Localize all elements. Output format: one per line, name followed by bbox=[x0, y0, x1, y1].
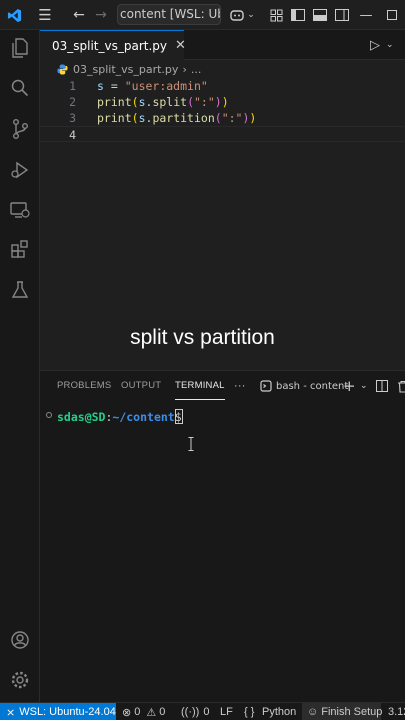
warning-count: 0 bbox=[159, 706, 166, 718]
python-version-status[interactable]: 3.12 bbox=[388, 703, 405, 720]
run-debug-icon[interactable] bbox=[0, 152, 40, 188]
mouse-text-cursor-icon bbox=[188, 437, 194, 451]
run-python-file-icon[interactable]: ▷ bbox=[370, 30, 380, 60]
broadcast-icon: ((·)) bbox=[181, 706, 200, 718]
forward-arrow-icon[interactable]: → bbox=[90, 0, 112, 30]
code-text: print(s.partition(":")) bbox=[97, 111, 257, 125]
search-icon[interactable] bbox=[0, 70, 40, 106]
remote-indicator[interactable]: ⨯ WSL: Ubuntu-24.04 bbox=[0, 703, 116, 720]
settings-gear-icon[interactable] bbox=[0, 662, 40, 698]
command-center-search[interactable]: content [WSL: Ubuntu-24.04] bbox=[117, 4, 221, 25]
tab-output[interactable]: OUTPUT bbox=[121, 371, 161, 401]
panel-tabs: PROBLEMS OUTPUT TERMINAL ··· bash - cont… bbox=[40, 371, 405, 401]
breadcrumb-symbols[interactable]: ... bbox=[191, 63, 202, 76]
breadcrumb-file[interactable]: 03_split_vs_part.py bbox=[73, 63, 178, 76]
explorer-icon[interactable] bbox=[0, 30, 40, 66]
error-icon: ⊗ bbox=[122, 706, 132, 719]
remote-icon: ⨯ bbox=[6, 706, 16, 719]
copilot-status-icon: ☺ bbox=[307, 706, 319, 718]
toggle-secondary-sidebar-icon[interactable] bbox=[332, 0, 352, 30]
ports-status[interactable]: ((·)) 0 bbox=[181, 703, 209, 720]
toggle-panel-icon[interactable] bbox=[310, 0, 330, 30]
tab-problems[interactable]: PROBLEMS bbox=[57, 371, 111, 401]
back-arrow-icon[interactable]: ← bbox=[68, 0, 90, 30]
code-line: 2 print(s.split(":")) bbox=[40, 94, 405, 110]
line-number: 2 bbox=[69, 95, 76, 109]
terminal-cursor bbox=[175, 409, 183, 424]
maximize-icon[interactable] bbox=[382, 0, 402, 30]
vscode-logo-icon[interactable] bbox=[0, 0, 28, 30]
problems-status[interactable]: ⊗ 0 ⚠ 0 bbox=[122, 703, 165, 720]
terminal-chevron-down-icon[interactable]: ⌄ bbox=[360, 371, 368, 401]
code-line: 3 print(s.partition(":")) bbox=[40, 110, 405, 126]
accounts-icon[interactable] bbox=[0, 622, 40, 658]
video-caption: split vs partition bbox=[130, 326, 275, 349]
language-mode-status[interactable]: Python bbox=[262, 703, 296, 720]
breadcrumb-separator-icon: › bbox=[182, 62, 187, 76]
code-text: print(s.split(":")) bbox=[97, 95, 229, 109]
activity-bar bbox=[0, 30, 40, 702]
new-terminal-plus-icon[interactable]: + bbox=[343, 371, 356, 401]
terminal-name: bash - content bbox=[276, 380, 349, 392]
editor-tab-bar: 03_split_vs_part.py ✕ ▷ ⌄ bbox=[40, 30, 405, 60]
terminal[interactable]: sdas@SD:~/content$ bbox=[40, 401, 405, 703]
split-terminal-icon[interactable] bbox=[376, 371, 388, 401]
error-count: 0 bbox=[134, 706, 141, 718]
minimize-icon[interactable]: — bbox=[356, 0, 376, 30]
toggle-primary-sidebar-icon[interactable] bbox=[288, 0, 308, 30]
customize-layout-icon[interactable] bbox=[266, 0, 286, 30]
language-braces-status[interactable]: { } bbox=[244, 703, 254, 720]
kill-terminal-trash-icon[interactable] bbox=[397, 371, 405, 401]
breadcrumb: 03_split_vs_part.py › ... bbox=[40, 60, 405, 78]
run-chevron-down-icon[interactable]: ⌄ bbox=[386, 30, 394, 60]
source-control-icon[interactable] bbox=[0, 111, 40, 147]
tab-label: 03_split_vs_part.py bbox=[52, 38, 168, 53]
menu-hamburger-icon[interactable]: ☰ bbox=[34, 0, 56, 30]
terminal-selector[interactable]: bash - content bbox=[260, 371, 348, 401]
python-file-icon bbox=[57, 63, 68, 75]
close-tab-icon[interactable]: ✕ bbox=[175, 38, 186, 53]
remote-explorer-icon[interactable] bbox=[0, 192, 40, 228]
bottom-panel: PROBLEMS OUTPUT TERMINAL ··· bash - cont… bbox=[40, 370, 405, 702]
line-number: 1 bbox=[69, 79, 76, 93]
copilot-chevron-down-icon[interactable]: ⌄ bbox=[245, 0, 257, 30]
terminal-prompt: sdas@SD:~/content$ bbox=[57, 410, 182, 424]
code-line: 1 s = "user:admin" bbox=[40, 78, 405, 94]
terminal-profile-icon bbox=[260, 380, 272, 392]
tab-terminal[interactable]: TERMINAL bbox=[175, 372, 225, 400]
ports-count: 0 bbox=[203, 706, 210, 718]
code-line-current: 4 bbox=[40, 126, 405, 142]
status-bar: ⨯ WSL: Ubuntu-24.04 ⊗ 0 ⚠ 0 ((·)) 0 LF {… bbox=[0, 702, 405, 720]
title-bar: ☰ ← → content [WSL: Ubuntu-24.04] ⌄ — bbox=[0, 0, 405, 30]
remote-label: WSL: Ubuntu-24.04 bbox=[19, 706, 116, 718]
command-decoration-icon[interactable] bbox=[46, 412, 52, 418]
editor-tab-03-split-vs-part[interactable]: 03_split_vs_part.py ✕ bbox=[40, 30, 186, 60]
panel-more-icon[interactable]: ··· bbox=[234, 371, 246, 401]
code-text: s = "user:admin" bbox=[97, 79, 208, 93]
finish-setup-button[interactable]: ☺ Finish Setup bbox=[302, 703, 383, 720]
testing-flask-icon[interactable] bbox=[0, 272, 40, 308]
line-number: 3 bbox=[69, 111, 76, 125]
eol-status[interactable]: LF bbox=[220, 703, 233, 720]
finish-setup-label: Finish Setup bbox=[321, 706, 383, 718]
warning-icon: ⚠ bbox=[146, 706, 157, 719]
line-number: 4 bbox=[69, 128, 76, 142]
extensions-icon[interactable] bbox=[0, 231, 40, 267]
